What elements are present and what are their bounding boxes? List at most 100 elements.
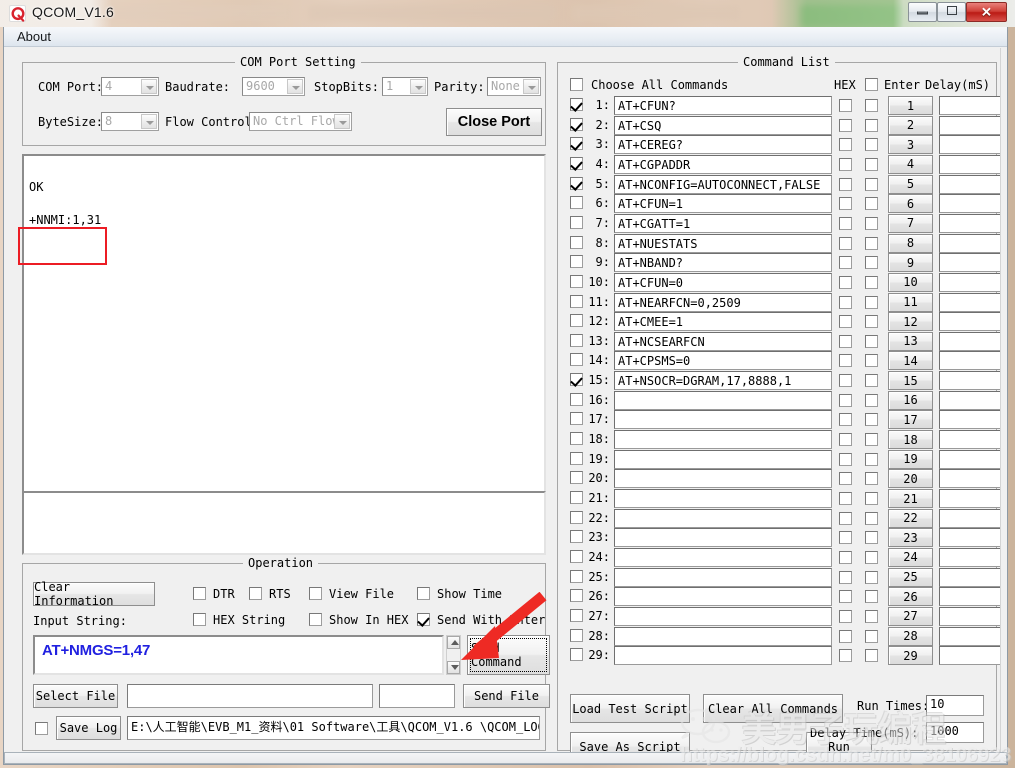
checkbox-hex-16[interactable] xyxy=(839,394,852,407)
chevron-down-icon[interactable] xyxy=(410,79,426,94)
command-input-26[interactable] xyxy=(614,587,832,606)
checkbox-enter-2[interactable] xyxy=(865,119,878,132)
delay-input-3[interactable] xyxy=(939,135,1001,154)
stopbits-select[interactable]: 1 xyxy=(382,77,428,96)
send-command-13-button[interactable]: 13 xyxy=(888,332,933,351)
checkbox-command-28[interactable] xyxy=(570,629,583,642)
delay-input-7[interactable] xyxy=(939,214,1001,233)
checkbox-command-2[interactable] xyxy=(570,118,583,131)
delay-input-2[interactable] xyxy=(939,116,1001,135)
checkbox-choose-all-commands[interactable] xyxy=(570,78,583,91)
checkbox-enter-13[interactable] xyxy=(865,335,878,348)
send-command-button[interactable]: Send Command xyxy=(467,635,550,675)
checkbox-command-3[interactable] xyxy=(570,137,583,150)
checkbox-command-27[interactable] xyxy=(570,609,583,622)
send-command-4-button[interactable]: 4 xyxy=(888,155,933,174)
checkbox-command-9[interactable] xyxy=(570,255,583,268)
command-input-20[interactable] xyxy=(614,469,832,488)
flow-control-select[interactable]: No Ctrl Flow xyxy=(249,112,352,131)
file-path-input[interactable] xyxy=(127,684,373,708)
file-size-input[interactable] xyxy=(379,684,455,708)
checkbox-command-18[interactable] xyxy=(570,432,583,445)
checkbox-command-1[interactable] xyxy=(570,98,583,111)
checkbox-enter-all[interactable] xyxy=(865,78,878,91)
load-test-script-button[interactable]: Load Test Script xyxy=(570,694,690,723)
bytesize-select[interactable]: 8 xyxy=(101,112,159,131)
checkbox-enter-12[interactable] xyxy=(865,315,878,328)
checkbox-enter-15[interactable] xyxy=(865,374,878,387)
send-command-27-button[interactable]: 27 xyxy=(888,607,933,626)
checkbox-hex-23[interactable] xyxy=(839,531,852,544)
checkbox-enter-17[interactable] xyxy=(865,413,878,426)
command-input-25[interactable] xyxy=(614,568,832,587)
checkbox-save-log[interactable] xyxy=(35,722,48,735)
checkbox-hex-6[interactable] xyxy=(839,197,852,210)
command-input-22[interactable] xyxy=(614,509,832,528)
send-command-14-button[interactable]: 14 xyxy=(888,351,933,370)
send-command-28-button[interactable]: 28 xyxy=(888,627,933,646)
checkbox-enter-23[interactable] xyxy=(865,531,878,544)
delay-input-13[interactable] xyxy=(939,332,1001,351)
send-command-18-button[interactable]: 18 xyxy=(888,430,933,449)
checkbox-enter-19[interactable] xyxy=(865,453,878,466)
command-input-18[interactable] xyxy=(614,430,832,449)
checkbox-hex-26[interactable] xyxy=(839,590,852,603)
command-input-28[interactable] xyxy=(614,627,832,646)
delay-input-8[interactable] xyxy=(939,234,1001,253)
close-button[interactable]: ✕ xyxy=(966,2,1007,22)
checkbox-command-29[interactable] xyxy=(570,648,583,661)
checkbox-show-in-hex[interactable] xyxy=(309,613,322,626)
checkbox-command-15[interactable] xyxy=(570,373,583,386)
checkbox-enter-28[interactable] xyxy=(865,630,878,643)
scroll-up-icon[interactable] xyxy=(447,636,460,649)
checkbox-hex-22[interactable] xyxy=(839,512,852,525)
send-command-19-button[interactable]: 19 xyxy=(888,450,933,469)
command-input-13[interactable]: AT+NCSEARFCN xyxy=(614,332,832,351)
command-input-10[interactable]: AT+CFUN=0 xyxy=(614,273,832,292)
delay-input-10[interactable] xyxy=(939,273,1001,292)
command-input-16[interactable] xyxy=(614,391,832,410)
checkbox-enter-20[interactable] xyxy=(865,472,878,485)
checkbox-hex-3[interactable] xyxy=(839,138,852,151)
send-command-1-button[interactable]: 1 xyxy=(888,96,933,115)
delay-input-9[interactable] xyxy=(939,253,1001,272)
delay-input-26[interactable] xyxy=(939,587,1001,606)
delay-input-6[interactable] xyxy=(939,194,1001,213)
checkbox-hex-24[interactable] xyxy=(839,551,852,564)
terminal-output-area[interactable]: OK +NNMI:1,31 xyxy=(22,154,546,509)
checkbox-view-file[interactable] xyxy=(309,587,322,600)
checkbox-enter-6[interactable] xyxy=(865,197,878,210)
command-input-27[interactable] xyxy=(614,607,832,626)
checkbox-command-12[interactable] xyxy=(570,314,583,327)
checkbox-command-11[interactable] xyxy=(570,295,583,308)
delay-input-20[interactable] xyxy=(939,469,1001,488)
checkbox-hex-4[interactable] xyxy=(839,158,852,171)
checkbox-enter-7[interactable] xyxy=(865,217,878,230)
checkbox-hex-14[interactable] xyxy=(839,354,852,367)
menu-item-about[interactable]: About xyxy=(14,29,54,44)
chevron-down-icon[interactable] xyxy=(523,79,539,94)
send-command-7-button[interactable]: 7 xyxy=(888,214,933,233)
checkbox-enter-10[interactable] xyxy=(865,276,878,289)
send-command-20-button[interactable]: 20 xyxy=(888,469,933,488)
clear-information-button[interactable]: Clear Information xyxy=(33,582,155,606)
input-string-textarea[interactable]: AT+NMGS=1,47 xyxy=(33,635,444,675)
checkbox-command-6[interactable] xyxy=(570,196,583,209)
delay-input-22[interactable] xyxy=(939,509,1001,528)
checkbox-enter-18[interactable] xyxy=(865,433,878,446)
checkbox-enter-16[interactable] xyxy=(865,394,878,407)
checkbox-hex-17[interactable] xyxy=(839,413,852,426)
chevron-down-icon[interactable] xyxy=(141,114,157,129)
com-port-select[interactable]: 4 xyxy=(101,77,159,96)
checkbox-send-with-enter[interactable] xyxy=(417,613,430,626)
close-port-button[interactable]: Close Port xyxy=(446,108,542,136)
checkbox-command-10[interactable] xyxy=(570,275,583,288)
checkbox-hex-13[interactable] xyxy=(839,335,852,348)
delay-input-27[interactable] xyxy=(939,607,1001,626)
clear-all-commands-button[interactable]: Clear All Commands xyxy=(703,694,843,723)
checkbox-enter-27[interactable] xyxy=(865,610,878,623)
checkbox-hex-25[interactable] xyxy=(839,571,852,584)
command-input-2[interactable]: AT+CSQ xyxy=(614,116,832,135)
checkbox-dtr[interactable] xyxy=(193,587,206,600)
delay-input-25[interactable] xyxy=(939,568,1001,587)
